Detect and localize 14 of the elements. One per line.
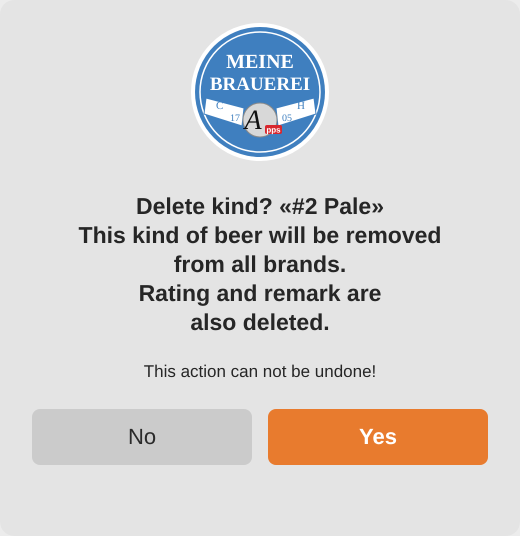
- logo-text: pps: [266, 126, 281, 134]
- warning-text: This action can not be undone!: [144, 362, 376, 382]
- dialog-message: Rating and remark are: [138, 279, 382, 308]
- logo-text: MEINE: [226, 51, 294, 73]
- logo-text: 17: [230, 113, 240, 124]
- cancel-button[interactable]: No: [32, 409, 252, 465]
- dialog-message: This kind of beer will be removed: [78, 221, 442, 250]
- logo-text: H: [297, 100, 305, 112]
- logo-text: BRAUEREI: [210, 74, 310, 95]
- logo-text: 05: [282, 113, 292, 124]
- logo-letter: A: [244, 105, 262, 136]
- dialog-title: Delete kind? «#2 Pale»: [134, 192, 385, 221]
- dialog-message: from all brands.: [172, 250, 348, 279]
- dialog-message: also deleted.: [189, 308, 331, 337]
